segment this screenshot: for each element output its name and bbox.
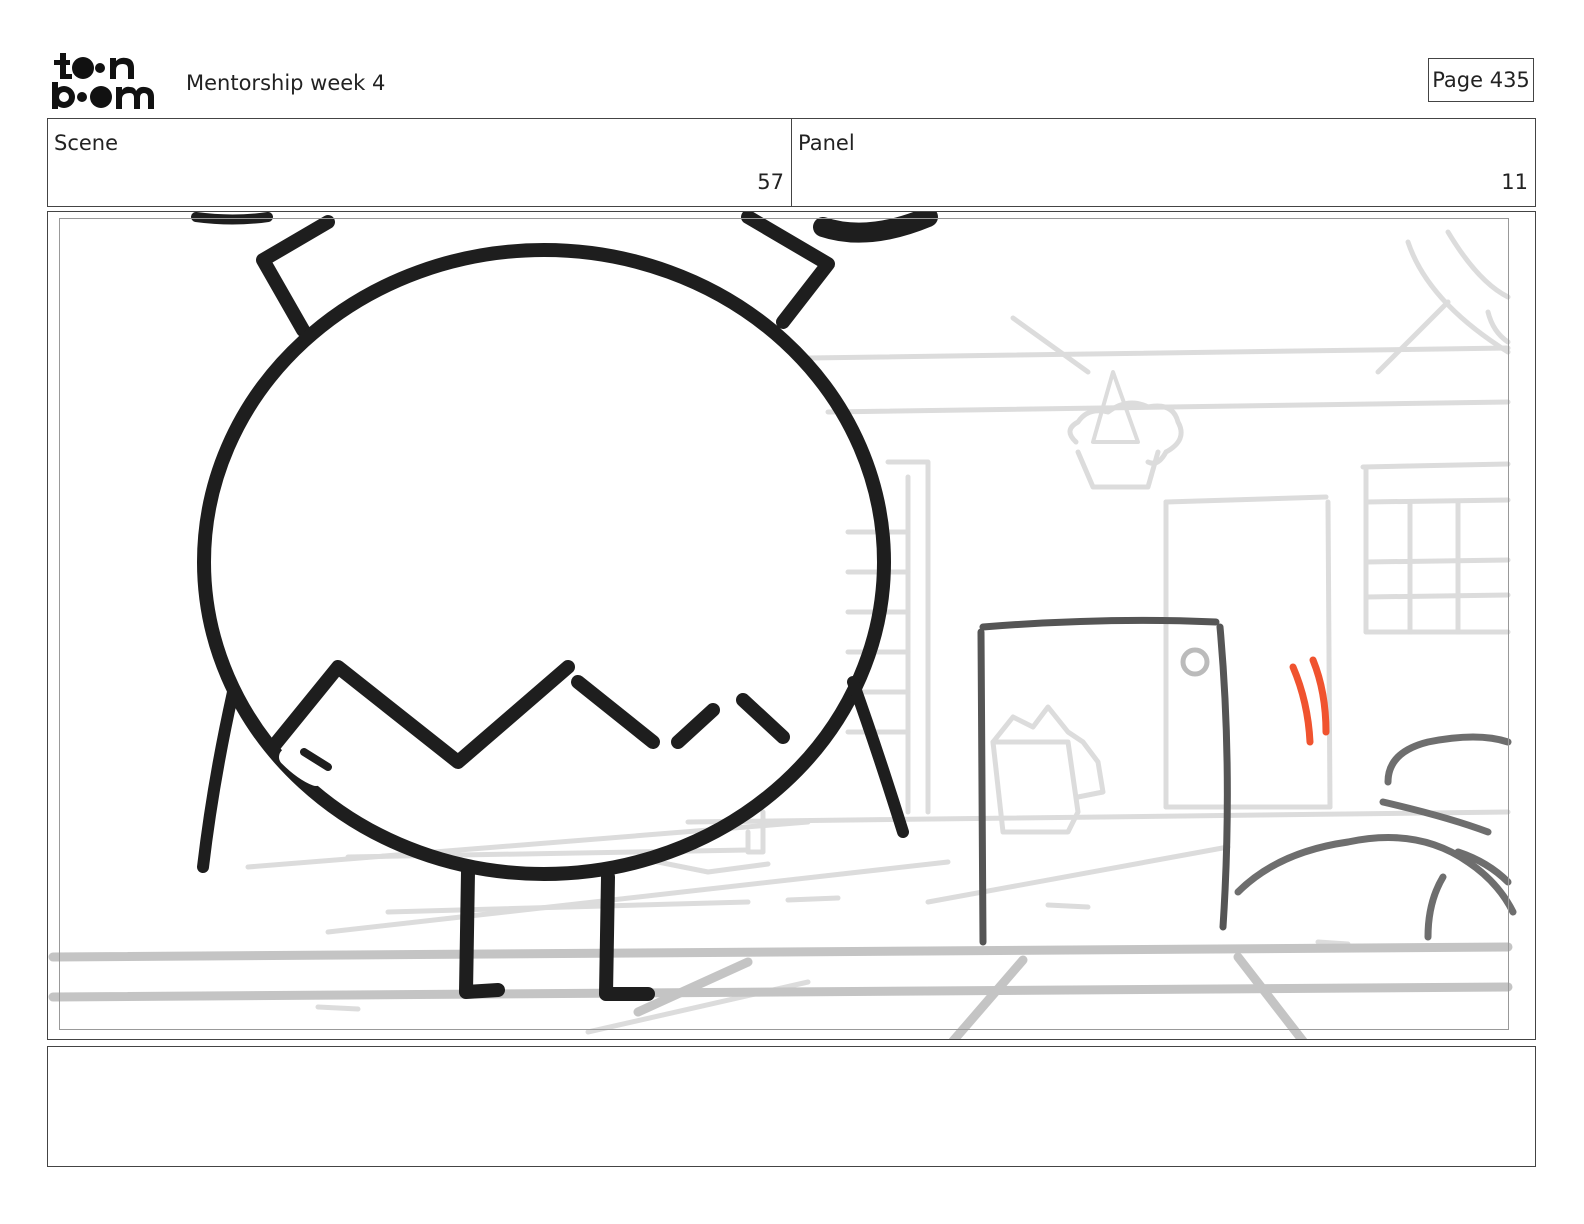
mailbox-sketch [977,616,1231,946]
sidewalk-lines [48,942,1513,1039]
scene-label: Scene [54,131,119,155]
document-title: Mentorship week 4 [186,71,386,95]
scene-number: 57 [757,170,784,194]
toon-boom-logo [50,50,165,112]
panel-cell: Panel 11 [791,119,1535,206]
storyboard-panel [47,211,1536,1040]
page-number: Page 435 [1432,68,1530,92]
scene-cell: Scene 57 [48,119,791,206]
storyboard-sketch-image [48,212,1517,1039]
bush-sketch [1234,733,1517,941]
scene-panel-info-bar: Scene 57 Panel 11 [47,118,1536,207]
panel-notes-box[interactable] [47,1046,1536,1167]
motion-lines [1289,656,1330,746]
page-number-box: Page 435 [1428,58,1534,102]
logo-icon [52,53,154,109]
panel-number: 11 [1501,170,1528,194]
panel-label: Panel [798,131,855,155]
